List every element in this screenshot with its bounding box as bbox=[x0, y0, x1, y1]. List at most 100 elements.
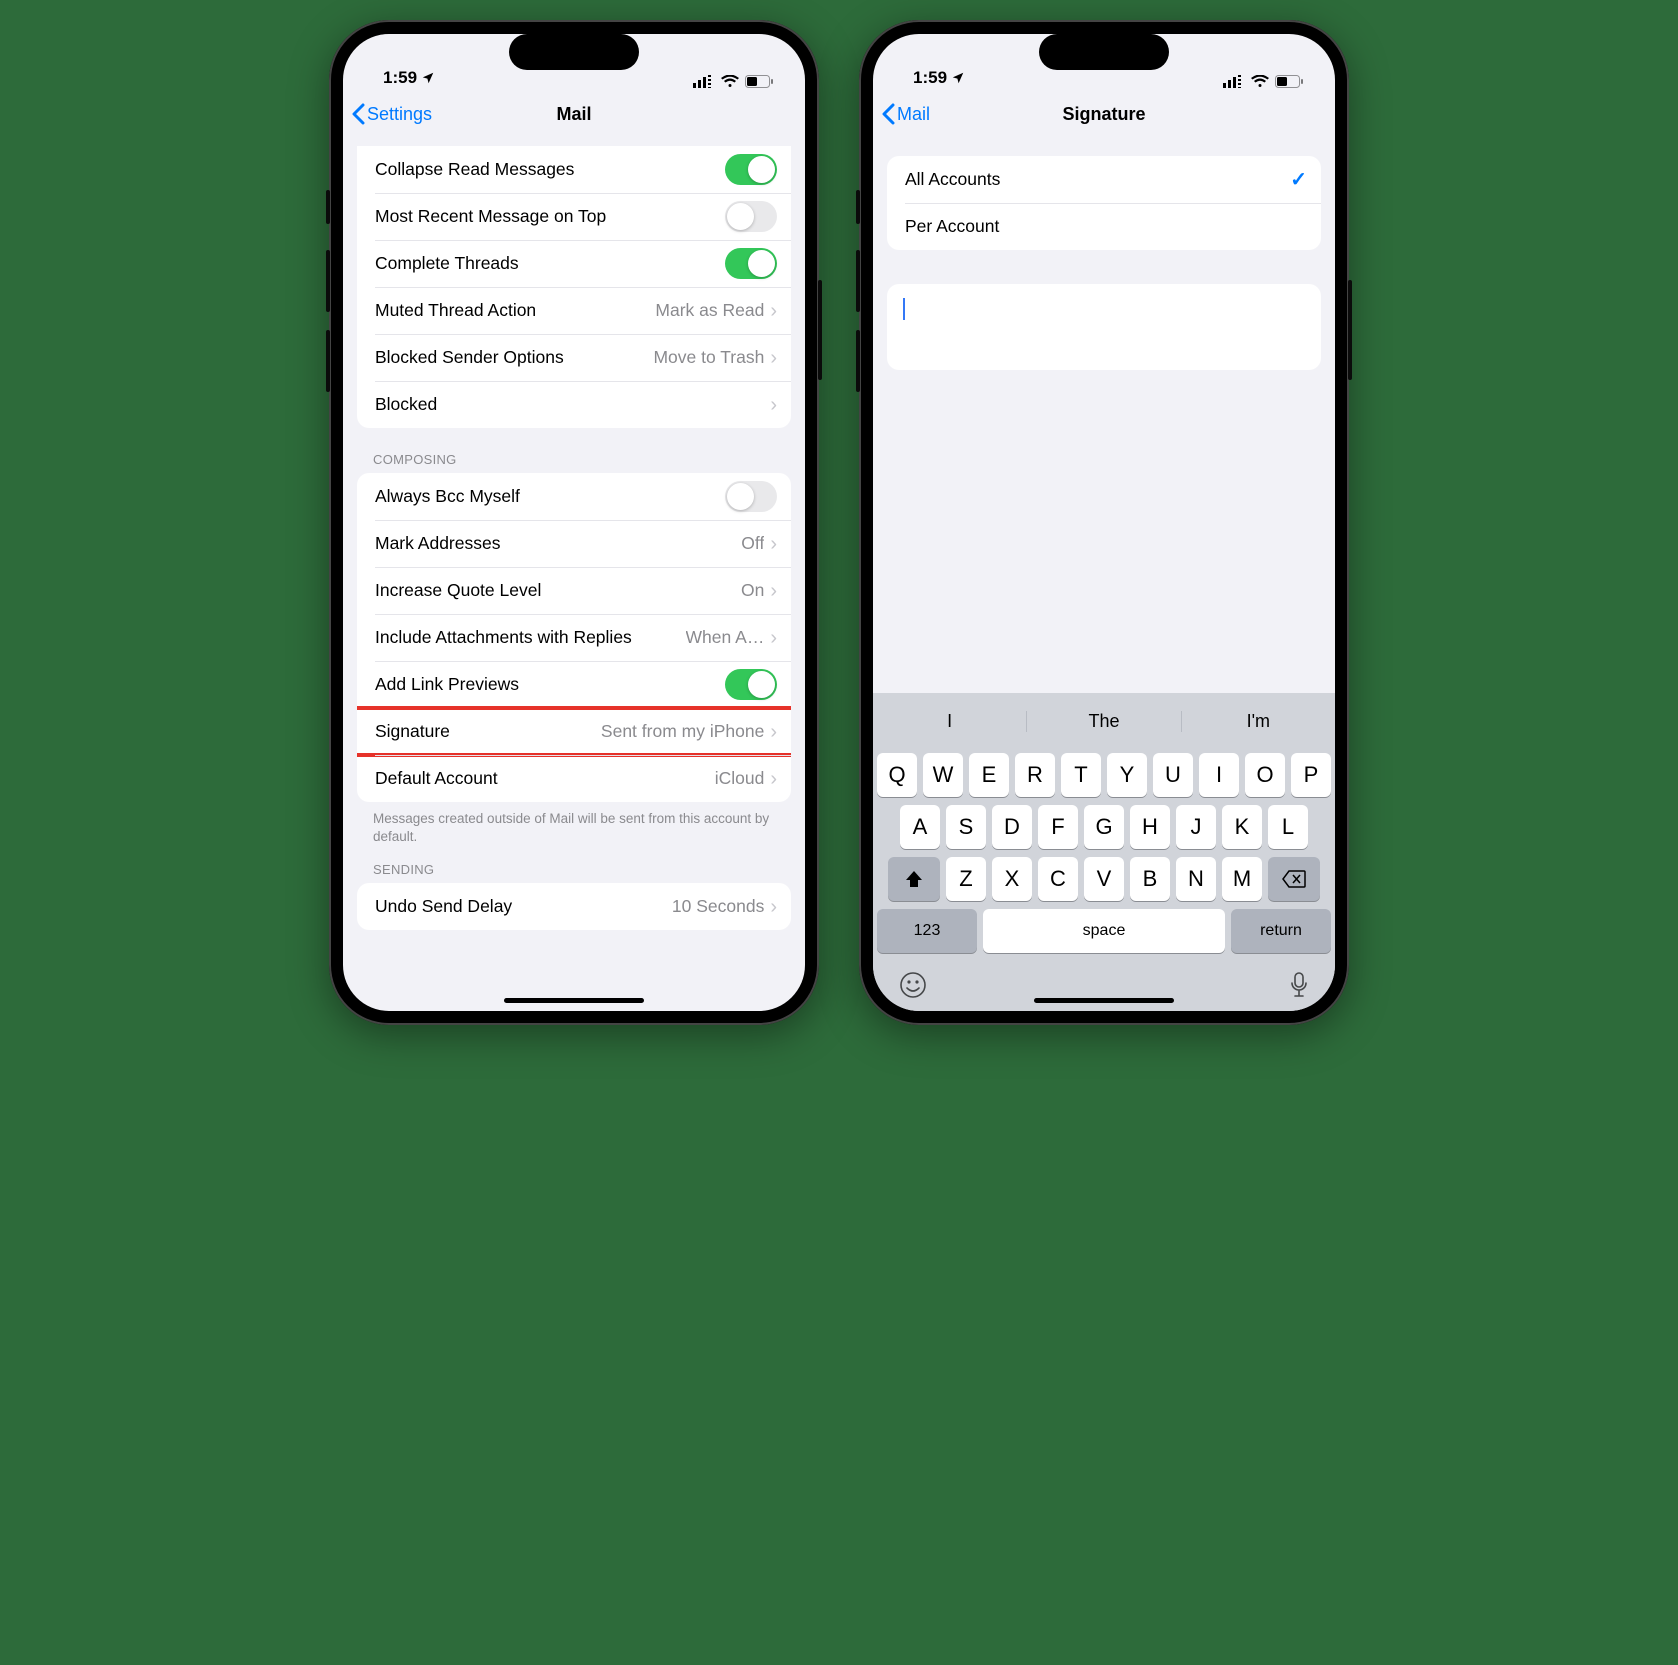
key-c[interactable]: C bbox=[1038, 857, 1078, 901]
composing-header: COMPOSING bbox=[343, 428, 805, 473]
dictation-button[interactable] bbox=[1289, 971, 1309, 999]
row-all-accounts[interactable]: All Accounts ✓ bbox=[887, 156, 1321, 203]
emoji-icon bbox=[899, 971, 927, 999]
status-time: 1:59 bbox=[913, 68, 947, 88]
chevron-right-icon: › bbox=[770, 769, 777, 789]
toggle-bcc-myself[interactable] bbox=[725, 481, 777, 512]
key-k[interactable]: K bbox=[1222, 805, 1262, 849]
chevron-right-icon: › bbox=[770, 628, 777, 648]
key-return[interactable]: return bbox=[1231, 909, 1331, 953]
back-button[interactable]: Settings bbox=[343, 103, 432, 125]
shift-icon bbox=[904, 869, 924, 889]
key-d[interactable]: D bbox=[992, 805, 1032, 849]
key-m[interactable]: M bbox=[1222, 857, 1262, 901]
row-recent-top[interactable]: Most Recent Message on Top bbox=[357, 193, 791, 240]
key-o[interactable]: O bbox=[1245, 753, 1285, 797]
battery-icon bbox=[1275, 75, 1303, 88]
key-shift[interactable] bbox=[888, 857, 940, 901]
backspace-icon bbox=[1282, 870, 1306, 888]
default-account-footer: Messages created outside of Mail will be… bbox=[343, 802, 805, 846]
emoji-button[interactable] bbox=[899, 971, 927, 999]
composing-group: Always Bcc Myself Mark Addresses Off › I… bbox=[357, 473, 791, 802]
chevron-left-icon bbox=[351, 103, 365, 125]
key-w[interactable]: W bbox=[923, 753, 963, 797]
chevron-left-icon bbox=[881, 103, 895, 125]
key-i[interactable]: I bbox=[1199, 753, 1239, 797]
location-icon bbox=[951, 71, 965, 85]
chevron-right-icon: › bbox=[770, 395, 777, 415]
row-signature[interactable]: Signature Sent from my iPhone › bbox=[357, 708, 791, 755]
chevron-right-icon: › bbox=[770, 581, 777, 601]
row-undo-delay[interactable]: Undo Send Delay 10 Seconds › bbox=[357, 883, 791, 930]
key-r[interactable]: R bbox=[1015, 753, 1055, 797]
keyboard-suggestions: I The I'm bbox=[873, 699, 1335, 743]
text-cursor bbox=[903, 298, 905, 320]
row-collapse-read[interactable]: Collapse Read Messages bbox=[357, 146, 791, 193]
location-icon bbox=[421, 71, 435, 85]
chevron-right-icon: › bbox=[770, 897, 777, 917]
chevron-right-icon: › bbox=[770, 301, 777, 321]
home-indicator[interactable] bbox=[1034, 998, 1174, 1003]
checkmark-icon: ✓ bbox=[1290, 167, 1307, 192]
row-blocked[interactable]: Blocked › bbox=[357, 381, 791, 428]
row-muted-action[interactable]: Muted Thread Action Mark as Read › bbox=[357, 287, 791, 334]
keyboard: I The I'm QWERTYUIOP ASDFGHJKL ZXCVBNM bbox=[873, 693, 1335, 1011]
key-numbers[interactable]: 123 bbox=[877, 909, 977, 953]
row-complete-threads[interactable]: Complete Threads bbox=[357, 240, 791, 287]
key-f[interactable]: F bbox=[1038, 805, 1078, 849]
key-s[interactable]: S bbox=[946, 805, 986, 849]
key-t[interactable]: T bbox=[1061, 753, 1101, 797]
key-a[interactable]: A bbox=[900, 805, 940, 849]
cellular-icon bbox=[1223, 75, 1245, 88]
toggle-collapse-read[interactable] bbox=[725, 154, 777, 185]
toggle-link-previews[interactable] bbox=[725, 669, 777, 700]
row-blocked-options[interactable]: Blocked Sender Options Move to Trash › bbox=[357, 334, 791, 381]
key-n[interactable]: N bbox=[1176, 857, 1216, 901]
key-space[interactable]: space bbox=[983, 909, 1225, 953]
toggle-complete-threads[interactable] bbox=[725, 248, 777, 279]
back-label: Mail bbox=[897, 104, 930, 125]
battery-icon bbox=[745, 75, 773, 88]
key-z[interactable]: Z bbox=[946, 857, 986, 901]
key-v[interactable]: V bbox=[1084, 857, 1124, 901]
row-quote-level[interactable]: Increase Quote Level On › bbox=[357, 567, 791, 614]
key-g[interactable]: G bbox=[1084, 805, 1124, 849]
key-p[interactable]: P bbox=[1291, 753, 1331, 797]
mic-icon bbox=[1289, 971, 1309, 999]
row-per-account[interactable]: Per Account bbox=[887, 203, 1321, 250]
key-backspace[interactable] bbox=[1268, 857, 1320, 901]
key-l[interactable]: L bbox=[1268, 805, 1308, 849]
key-b[interactable]: B bbox=[1130, 857, 1170, 901]
row-bcc-myself[interactable]: Always Bcc Myself bbox=[357, 473, 791, 520]
row-link-previews[interactable]: Add Link Previews bbox=[357, 661, 791, 708]
phone-right: 1:59 Mail Signature All Accounts ✓ bbox=[859, 20, 1349, 1025]
wifi-icon bbox=[721, 75, 739, 88]
suggestion-2[interactable]: The bbox=[1026, 711, 1180, 732]
key-q[interactable]: Q bbox=[877, 753, 917, 797]
page-title: Signature bbox=[873, 104, 1335, 125]
nav-bar: Mail Signature bbox=[873, 92, 1335, 136]
cellular-icon bbox=[693, 75, 715, 88]
key-y[interactable]: Y bbox=[1107, 753, 1147, 797]
key-u[interactable]: U bbox=[1153, 753, 1193, 797]
back-button[interactable]: Mail bbox=[873, 103, 930, 125]
status-time: 1:59 bbox=[383, 68, 417, 88]
phone-left: 1:59 Settings Mail Collapse Read Message… bbox=[329, 20, 819, 1025]
dynamic-island bbox=[1039, 34, 1169, 70]
suggestion-3[interactable]: I'm bbox=[1181, 711, 1335, 732]
signature-textarea[interactable] bbox=[887, 284, 1321, 370]
key-e[interactable]: E bbox=[969, 753, 1009, 797]
threading-group: Collapse Read Messages Most Recent Messa… bbox=[357, 146, 791, 428]
row-default-account[interactable]: Default Account iCloud › bbox=[357, 755, 791, 802]
sending-header: SENDING bbox=[343, 846, 805, 883]
key-j[interactable]: J bbox=[1176, 805, 1216, 849]
row-include-attachments[interactable]: Include Attachments with Replies When A…… bbox=[357, 614, 791, 661]
row-mark-addresses[interactable]: Mark Addresses Off › bbox=[357, 520, 791, 567]
toggle-recent-top[interactable] bbox=[725, 201, 777, 232]
key-x[interactable]: X bbox=[992, 857, 1032, 901]
suggestion-1[interactable]: I bbox=[873, 711, 1026, 732]
scope-group: All Accounts ✓ Per Account bbox=[887, 156, 1321, 250]
key-h[interactable]: H bbox=[1130, 805, 1170, 849]
nav-bar: Settings Mail bbox=[343, 92, 805, 136]
home-indicator[interactable] bbox=[504, 998, 644, 1003]
